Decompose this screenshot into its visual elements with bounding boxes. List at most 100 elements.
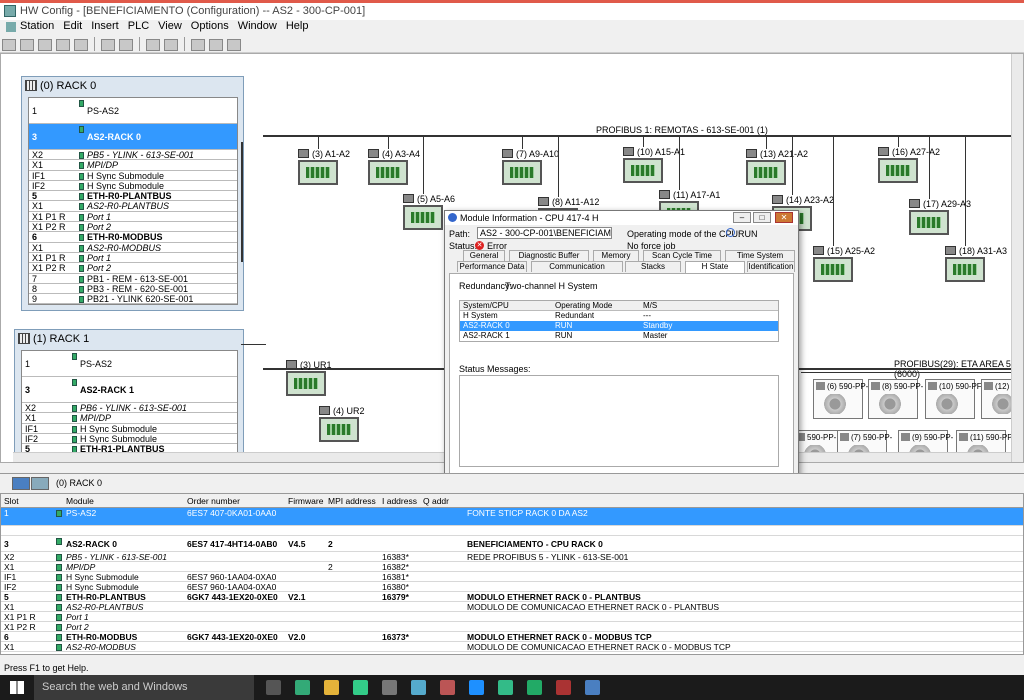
tab-general[interactable]: General (463, 250, 505, 261)
step7-icon[interactable] (556, 680, 571, 695)
media-icon[interactable] (382, 680, 397, 695)
rack-row[interactable]: X1 P1 R Port 1 (29, 253, 237, 264)
store-icon[interactable] (353, 680, 368, 695)
table-row[interactable] (1, 526, 1023, 536)
rack-row[interactable]: 6 ETH-R0-MODBUS (29, 232, 237, 243)
rack-row[interactable]: 9 PB21 - YLINK 620-SE-001 (29, 294, 237, 305)
dp-slave-node[interactable]: (13) A21-A2 (746, 149, 808, 189)
rack-row[interactable]: X1 AS2-R0-PLANTBUS (29, 201, 237, 212)
paste-icon[interactable] (119, 39, 133, 51)
save-icon[interactable] (38, 39, 52, 51)
rack-row[interactable]: IF1 H Sync Submodule (29, 171, 237, 181)
taskbar-search-input[interactable]: Search the web and Windows (34, 675, 254, 700)
open-icon[interactable] (20, 39, 34, 51)
rack-row[interactable]: X1 P2 R Port 2 (29, 222, 237, 233)
table-row[interactable]: X1 P2 R Port 2 (1, 622, 1023, 632)
app-icon[interactable] (440, 680, 455, 695)
menu-options[interactable]: Options (191, 20, 229, 32)
upload-icon[interactable] (164, 39, 178, 51)
dp-slave-node[interactable]: (3) A1-A2 (298, 149, 358, 189)
table-row[interactable]: X1 AS2-R0-MODBUS MODULO DE COMUNICACAO ETH… (1, 642, 1023, 652)
dp-slave-node[interactable]: (17) A29-A3 (909, 199, 971, 239)
rack-row[interactable]: 1 PS-AS2 (22, 351, 237, 377)
download-icon[interactable] (146, 39, 160, 51)
help-icon[interactable] (227, 39, 241, 51)
status-messages-box[interactable] (459, 375, 779, 467)
dp-slave-node[interactable]: (15) A25-A2 (813, 246, 875, 286)
rack-row[interactable]: IF2 H Sync Submodule (29, 181, 237, 192)
rack-row[interactable]: X1 MPI/DP (29, 160, 237, 171)
tab-identification[interactable]: Identification (747, 261, 795, 272)
menu-help[interactable]: Help (286, 20, 309, 32)
tab-stacks[interactable]: Stacks (625, 261, 681, 272)
menu-station[interactable]: Station (20, 20, 54, 32)
h-state-grid[interactable]: System/CPU Operating Mode M/S H System Redun… (459, 300, 779, 342)
rack-row[interactable]: X1 P1 R Port 1 (29, 212, 237, 223)
config-icon[interactable] (191, 39, 205, 51)
rack-row[interactable]: IF1 H Sync Submodule (22, 424, 237, 434)
table-row[interactable]: X1 MPI/DP 2 16382* (1, 562, 1023, 572)
close-window-button[interactable]: ✕ (775, 212, 793, 223)
table-row[interactable]: IF1 H Sync Submodule 6ES7 960-1AA04-0XA0 16… (1, 572, 1023, 582)
grid-row[interactable]: AS2-RACK 1 RUN Master (460, 331, 778, 341)
rack-row[interactable]: X2 PB6 - YLINK - 613-SE-001 (22, 403, 237, 414)
menu-plc[interactable]: PLC (128, 20, 149, 32)
tab-scan-cycle-time[interactable]: Scan Cycle Time (643, 250, 721, 261)
task-view-icon[interactable] (266, 680, 281, 695)
rack1-window[interactable]: (1) RACK 1 1 PS-AS2 3 AS2-RACK 1 X2 PB6 - YLI… (14, 329, 244, 462)
tab-h-state[interactable]: H State (685, 261, 745, 273)
rack-row[interactable]: 8 PB3 - REM - 620-SE-001 (29, 284, 237, 295)
dp-slave-node[interactable]: (4) UR2 (319, 406, 379, 446)
file-explorer-icon[interactable] (324, 680, 339, 695)
table-row[interactable]: X2 PB5 - YLINK - 613-SE-001 16383* REDE PRO… (1, 552, 1023, 562)
canvas-scrollbar[interactable] (1011, 54, 1023, 462)
table-row[interactable]: 1 PS-AS2 6ES7 407-0KA01-0AA0 FONTE STICP RA… (1, 508, 1023, 526)
tab-time-system[interactable]: Time System (725, 250, 795, 261)
detail-table[interactable]: Slot Module Order number Firmware MPI addres… (0, 493, 1024, 655)
pb29-node[interactable]: (8) 590-PP- (868, 379, 923, 419)
rack-row[interactable]: X1 AS2-R0-MODBUS (29, 243, 237, 253)
mail-icon[interactable] (411, 680, 426, 695)
menu-view[interactable]: View (158, 20, 182, 32)
back-arrow-icon[interactable] (12, 477, 30, 490)
rack-row[interactable]: 3 AS2-RACK 1 (22, 377, 237, 403)
rack-row[interactable]: X1 MPI/DP (22, 413, 237, 424)
path-field[interactable]: AS2 - 300-CP-001\BENEFICIAMENTO\AS2- (477, 227, 612, 239)
table-row[interactable]: 3 AS2-RACK 0 6ES7 417-4HT14-0AB0 V4.5 2 BENEF… (1, 536, 1023, 552)
minimize-button[interactable]: – (733, 212, 751, 223)
menu-edit[interactable]: Edit (63, 20, 82, 32)
pb29-node[interactable]: (10) 590-PF (925, 379, 982, 419)
table-row[interactable]: 5 ETH-R0-PLANTBUS 6GK7 443-1EX20-0XE0 V2.1 1… (1, 592, 1023, 602)
menu-window[interactable]: Window (238, 20, 277, 32)
dp-slave-node[interactable]: (18) A31-A3 (945, 246, 1007, 286)
rack0-window[interactable]: (0) RACK 0 1 PS-AS2 3 AS2-RACK 0 X2 PB5 - YLI… (21, 76, 244, 311)
rack-row[interactable]: 1 PS-AS2 (29, 98, 237, 124)
paint-icon[interactable] (498, 680, 513, 695)
rack-row[interactable]: 7 PB1 - REM - 613-SE-001 (29, 274, 237, 284)
edge-browser-icon[interactable] (295, 680, 310, 695)
grid-row[interactable]: H System Redundant --- (460, 311, 778, 321)
hw-config-icon[interactable] (585, 680, 600, 695)
new-icon[interactable] (2, 39, 16, 51)
grid-row[interactable]: AS2-RACK 0 RUN Standby (460, 321, 778, 331)
tab-communication[interactable]: Communication (531, 261, 623, 272)
rack-row[interactable]: 5 ETH-R0-PLANTBUS (29, 191, 237, 202)
ie-icon[interactable] (469, 680, 484, 695)
copy-icon[interactable] (101, 39, 115, 51)
print-icon[interactable] (74, 39, 88, 51)
tab-performance-data[interactable]: Performance Data (457, 261, 527, 272)
rack-row[interactable]: X2 PB5 - YLINK - 613-SE-001 (29, 150, 237, 161)
table-row[interactable]: IF2 H Sync Submodule 6ES7 960-1AA04-0XA0 16… (1, 582, 1023, 592)
catalog-icon[interactable] (209, 39, 223, 51)
pb29-node[interactable]: (6) 590-PP- (813, 379, 868, 419)
maximize-button[interactable]: □ (753, 212, 771, 223)
compile-icon[interactable] (56, 39, 70, 51)
rack-row[interactable]: 3 AS2-RACK 0 (29, 124, 237, 150)
tab-memory[interactable]: Memory (593, 250, 639, 261)
forward-arrow-icon[interactable] (31, 477, 49, 490)
dp-slave-node[interactable]: (3) UR1 (286, 360, 346, 400)
table-row[interactable]: X1 P1 R Port 1 (1, 612, 1023, 622)
windows-start-icon[interactable] (10, 681, 24, 694)
dp-slave-node[interactable]: (7) A9-A10 (502, 149, 562, 189)
rack-row[interactable]: X1 P2 R Port 2 (29, 263, 237, 274)
